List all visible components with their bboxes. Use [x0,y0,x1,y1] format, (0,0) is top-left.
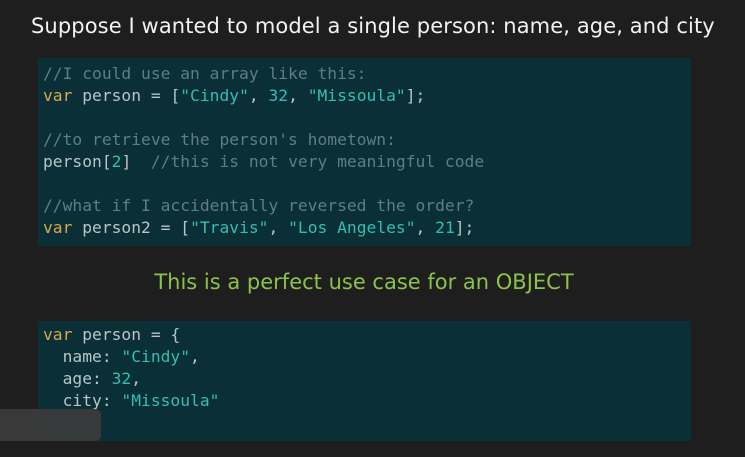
code-token-number: 2 [111,152,122,171]
code-block-object-example: var person = { name: "Cindy", age: 32, c… [38,321,691,441]
code-token-comment: //what if I accidentally reversed the or… [43,196,475,215]
code-token-plain: , [190,347,200,366]
code-line: //to retrieve the person's hometown: [43,129,691,151]
code-token-plain: ] [121,152,151,171]
code-token-plain: city: [43,391,122,410]
code-token-plain: , [248,86,269,105]
code-token-plain: person2 = [ [72,218,191,237]
code-token-plain: ]; [454,218,475,237]
code-line: age: 32, [43,368,691,390]
code-token-keyword: var [43,86,73,105]
code-token-plain: , [131,369,142,388]
code-token-number: 32 [268,86,289,105]
code-token-plain: ]; [405,86,426,105]
code-token-plain: age: [43,369,112,388]
code-line: var person = { [43,324,691,346]
code-token-number: 32 [111,369,132,388]
video-overlay-bar[interactable] [0,409,101,441]
code-token-plain: , [415,218,436,237]
code-token-string: "Missoula" [307,86,406,105]
code-token-plain: name: [43,347,122,366]
code-line: //what if I accidentally reversed the or… [43,195,691,217]
code-token-string: "Los Angeles" [288,218,416,237]
code-token-number: 21 [435,218,455,237]
code-token-keyword: var [43,325,73,344]
code-line: person[2] //this is not very meaningful … [43,151,691,173]
code-token-plain: person[ [43,152,112,171]
code-token-string: "Cindy" [180,86,249,105]
code-block-array-example: //I could use an array like this: var per… [38,58,691,246]
code-token-plain: , [268,218,289,237]
code-line: var person2 = ["Travis", "Los Angeles", … [43,217,691,239]
code-token-comment: //this is not very meaningful code [150,152,485,171]
code-token-string: "Travis" [190,218,269,237]
slide-title: Suppose I wanted to model a single perso… [31,14,715,38]
code-token-string: "Missoula" [121,391,220,410]
code-line: var person = ["Cindy", 32, "Missoula"]; [43,85,691,107]
code-token-plain: , [288,86,308,105]
code-line: name: "Cindy", [43,346,691,368]
code-token-string: "Cindy" [121,347,191,366]
code-token-comment: //to retrieve the person's hometown: [43,130,396,149]
code-token-comment: //I could use an array like this: [43,64,367,83]
code-token-keyword: var [43,218,73,237]
slide-headline: This is a perfect use case for an OBJECT [154,270,574,294]
code-line: //I could use an array like this: [43,63,691,85]
code-token-plain: person = { [72,325,181,344]
code-line: city: "Missoula" [43,390,691,412]
code-token-plain: person = [ [72,86,181,105]
